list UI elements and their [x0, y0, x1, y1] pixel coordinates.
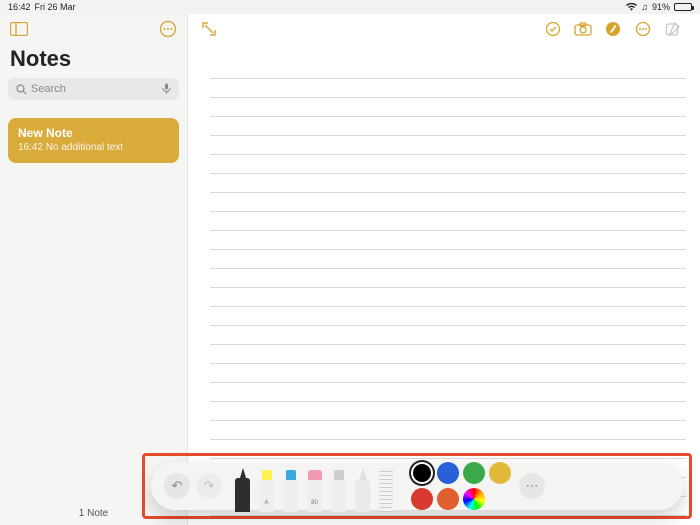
headphones-icon: ♫	[641, 2, 648, 12]
editor-toolbar	[188, 14, 700, 44]
compose-icon[interactable]	[664, 20, 682, 38]
checklist-icon[interactable]	[544, 20, 562, 38]
color-green[interactable]	[463, 462, 485, 484]
sidebar-toggle-icon[interactable]	[10, 20, 28, 38]
search-icon	[16, 84, 27, 95]
color-red[interactable]	[411, 488, 433, 510]
eraser-tool[interactable]	[331, 468, 346, 512]
note-subtitle: 16:42 No additional text	[18, 142, 169, 153]
status-time: 16:42	[8, 2, 31, 12]
highlighter-tool[interactable]	[283, 468, 298, 512]
drawing-tools: A 80	[235, 462, 393, 510]
status-date: Fri 26 Mar	[35, 2, 76, 12]
more-options-icon[interactable]	[159, 20, 177, 38]
pencil-tool[interactable]: 80	[307, 468, 322, 512]
color-orange[interactable]	[437, 488, 459, 510]
search-input[interactable]: Search	[8, 78, 179, 100]
marker-tool[interactable]: A	[259, 468, 274, 512]
search-placeholder: Search	[31, 83, 162, 95]
lasso-tool[interactable]	[355, 468, 370, 512]
color-swatches	[411, 462, 511, 510]
battery-pct: 91%	[652, 2, 670, 12]
color-blue[interactable]	[437, 462, 459, 484]
color-yellow[interactable]	[489, 462, 511, 484]
undo-button[interactable]: ↶	[164, 473, 190, 499]
camera-icon[interactable]	[574, 20, 592, 38]
sidebar: Notes Search New Note 16:42 No additiona…	[0, 14, 188, 525]
status-bar: 16:42 Fri 26 Mar ♫ 91%	[0, 0, 700, 14]
expand-icon[interactable]	[200, 20, 218, 38]
page-title: Notes	[0, 44, 187, 78]
battery-icon	[674, 3, 692, 11]
markup-palette: ↶ ↷ A 80 ⋯	[151, 462, 683, 510]
markup-palette-highlight: ↶ ↷ A 80 ⋯	[142, 453, 692, 519]
note-editor	[188, 14, 700, 525]
redo-button[interactable]: ↷	[196, 473, 222, 499]
palette-more-button[interactable]: ⋯	[519, 473, 545, 499]
note-list-item[interactable]: New Note 16:42 No additional text	[8, 118, 179, 163]
dictate-icon[interactable]	[162, 83, 171, 95]
more-icon[interactable]	[634, 20, 652, 38]
markup-icon[interactable]	[604, 20, 622, 38]
wifi-icon	[626, 3, 637, 11]
pen-tool[interactable]	[235, 468, 250, 512]
ruler-tool[interactable]	[379, 468, 393, 512]
note-title: New Note	[18, 126, 169, 140]
color-black[interactable]	[411, 462, 433, 484]
color-picker[interactable]	[463, 488, 485, 510]
